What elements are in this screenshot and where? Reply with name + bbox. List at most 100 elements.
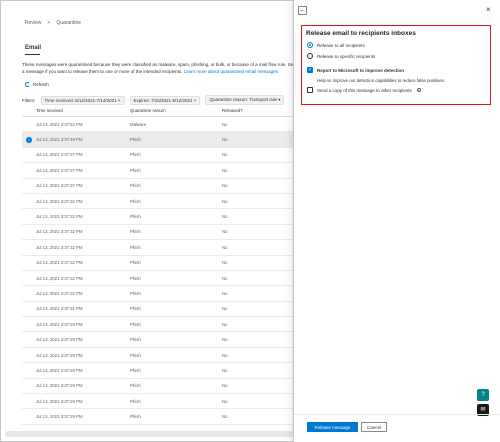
report-checkbox[interactable]: ✓ — [307, 67, 313, 73]
release-all-radio[interactable] — [307, 42, 313, 48]
row-time-received: Jul 13, 2021 3:37:29 PM — [36, 337, 83, 343]
filter-quarantine-reason[interactable]: Quarantine reason: Transport rule ▾ — [205, 95, 285, 105]
row-quarantine-reason: Phish — [130, 137, 141, 143]
table-row[interactable]: Jul 13, 2021 3:37:29 PM Phish No — [22, 332, 302, 348]
table-row[interactable]: Jul 13, 2021 3:37:29 PM Phish No — [22, 363, 302, 379]
table-row[interactable]: Jul 13, 2021 3:37:29 PM Phish No — [22, 409, 302, 425]
release-email-panel: ← × Release email to recipients inboxes … — [293, 0, 500, 442]
row-quarantine-reason: Phish — [130, 214, 141, 220]
filters-label: Filters: — [22, 97, 36, 103]
row-time-received: Jul 13, 2021 3:37:32 PM — [36, 214, 83, 220]
row-time-received: Jul 13, 2021 3:37:37 PM — [36, 183, 83, 189]
table-row[interactable]: Jul 13, 2021 3:37:32 PM Phish No — [22, 286, 302, 302]
row-released: No — [222, 398, 228, 404]
row-time-received: Jul 13, 2021 3:37:29 PM — [36, 367, 83, 373]
row-quarantine-reason: Phish — [130, 383, 141, 389]
filter-time-received[interactable]: Time received: 6/12/2021-7/14/2021 × — [40, 95, 125, 105]
row-select-cell[interactable]: ✓ — [22, 136, 36, 143]
table-row[interactable]: Jul 13, 2021 3:37:29 PM Phish No — [22, 348, 302, 364]
release-specific-radio[interactable] — [307, 53, 313, 59]
table-row[interactable]: ✓ Jul 13, 2021 3:37:49 PM Phish No — [22, 132, 302, 148]
row-time-received: Jul 13, 2021 3:37:32 PM — [36, 260, 83, 266]
row-quarantine-reason: Phish — [130, 167, 141, 173]
help-icon: ? — [481, 392, 485, 398]
breadcrumb: Review > Quarantine — [25, 20, 81, 26]
row-released: No — [222, 229, 228, 235]
info-icon[interactable]: i — [416, 88, 421, 92]
release-message-button[interactable]: Release message — [307, 422, 358, 432]
row-time-received: Jul 13, 2021 3:37:52 PM — [36, 121, 83, 127]
filter-expires[interactable]: Expires: 7/15/2021-8/12/2021 × — [129, 95, 201, 105]
row-released: No — [222, 198, 228, 204]
column-time-received[interactable]: Time received — [36, 108, 130, 113]
highlight-box — [301, 25, 491, 105]
row-quarantine-reason: Phish — [130, 275, 141, 281]
learn-more-link[interactable]: Learn more about quarantined email messa… — [184, 69, 278, 74]
row-time-received: Jul 13, 2021 3:37:32 PM — [36, 244, 83, 250]
row-quarantine-reason: Phish — [130, 352, 141, 358]
send-copy-checkbox[interactable] — [307, 87, 313, 93]
table-row[interactable]: Jul 13, 2021 3:37:37 PM Phish No — [22, 148, 302, 164]
row-time-received: Jul 13, 2021 3:37:29 PM — [36, 414, 83, 420]
release-all-label: Release to all recipients — [317, 42, 365, 48]
row-released: No — [222, 367, 228, 373]
release-specific-option[interactable]: Release to specific recipients — [307, 53, 375, 59]
send-copy-option[interactable]: Send a copy of this message to other rec… — [307, 87, 421, 93]
column-released[interactable]: Released? — [222, 108, 282, 113]
quarantine-table: Time received Quarantine reason Released… — [22, 105, 302, 425]
row-time-received: Jul 13, 2021 3:37:37 PM — [36, 167, 83, 173]
cancel-button[interactable]: Cancel — [361, 422, 387, 432]
column-quarantine-reason[interactable]: Quarantine reason — [130, 108, 222, 113]
row-released: No — [222, 275, 228, 281]
help-fab-button[interactable]: ? — [477, 389, 489, 401]
table-row[interactable]: Jul 13, 2021 3:37:31 PM Phish No — [22, 302, 302, 318]
row-quarantine-reason: Malware — [130, 121, 147, 127]
table-header: Time received Quarantine reason Released… — [22, 105, 302, 117]
refresh-button[interactable]: Refresh — [25, 82, 49, 87]
table-row[interactable]: Jul 13, 2021 3:37:37 PM Phish No — [22, 179, 302, 194]
row-released: No — [222, 306, 228, 312]
release-all-option[interactable]: Release to all recipients — [307, 42, 365, 48]
page-description: These messages were quarantined because … — [22, 61, 302, 75]
back-button[interactable]: ← — [298, 6, 307, 15]
tab-email[interactable]: Email — [25, 45, 41, 51]
table-row[interactable]: Jul 13, 2021 3:37:37 PM Phish No — [22, 163, 302, 179]
row-quarantine-reason: Phish — [130, 244, 141, 250]
row-quarantine-reason: Phish — [130, 260, 141, 266]
breadcrumb-review[interactable]: Review — [25, 20, 41, 26]
table-row[interactable]: Jul 13, 2021 3:37:29 PM Phish No — [22, 379, 302, 395]
row-quarantine-reason: Phish — [130, 321, 141, 327]
horizontal-scrollbar[interactable] — [5, 431, 295, 437]
table-row[interactable]: Jul 13, 2021 3:37:29 PM Phish No — [22, 317, 302, 333]
row-time-received: Jul 13, 2021 3:37:29 PM — [36, 321, 83, 327]
row-quarantine-reason: Phish — [130, 337, 141, 343]
table-row[interactable]: Jul 13, 2021 3:37:32 PM Phish No — [22, 225, 302, 241]
row-quarantine-reason: Phish — [130, 290, 141, 296]
row-quarantine-reason: Phish — [130, 414, 141, 420]
table-row[interactable]: Jul 13, 2021 3:37:32 PM Phish No — [22, 256, 302, 271]
table-row[interactable]: Jul 13, 2021 3:37:52 PM Malware No — [22, 117, 302, 133]
row-released: No — [222, 244, 228, 250]
table-row[interactable]: Jul 13, 2021 3:37:29 PM Phish No — [22, 394, 302, 410]
table-row[interactable]: Jul 13, 2021 3:37:32 PM Phish No — [22, 209, 302, 225]
row-time-received: Jul 13, 2021 3:37:32 PM — [36, 198, 83, 204]
close-button[interactable]: × — [486, 5, 491, 14]
filter-bar: Filters: Time received: 6/12/2021-7/14/2… — [22, 95, 285, 105]
row-released: No — [222, 167, 228, 173]
row-quarantine-reason: Phish — [130, 367, 141, 373]
row-time-received: Jul 13, 2021 3:37:29 PM — [36, 398, 83, 404]
row-released: No — [222, 183, 228, 189]
table-row[interactable]: Jul 13, 2021 3:37:32 PM Phish No — [22, 271, 302, 287]
row-quarantine-reason: Phish — [130, 198, 141, 204]
table-row[interactable]: Jul 13, 2021 3:37:32 PM Phish No — [22, 240, 302, 256]
table-row[interactable]: Jul 13, 2021 3:37:32 PM Phish No — [22, 194, 302, 210]
report-label: Report to Microsoft to improve detection — [317, 67, 405, 73]
row-released: No — [222, 290, 228, 296]
send-copy-label: Send a copy of this message to other rec… — [317, 87, 412, 93]
row-released: No — [222, 383, 228, 389]
panel-title: Release email to recipients inboxes — [306, 30, 416, 37]
row-time-received: Jul 13, 2021 3:37:49 PM — [36, 137, 83, 143]
breadcrumb-quarantine[interactable]: Quarantine — [56, 20, 81, 26]
row-released: No — [222, 137, 228, 143]
report-option[interactable]: ✓ Report to Microsoft to improve detecti… — [307, 67, 404, 73]
